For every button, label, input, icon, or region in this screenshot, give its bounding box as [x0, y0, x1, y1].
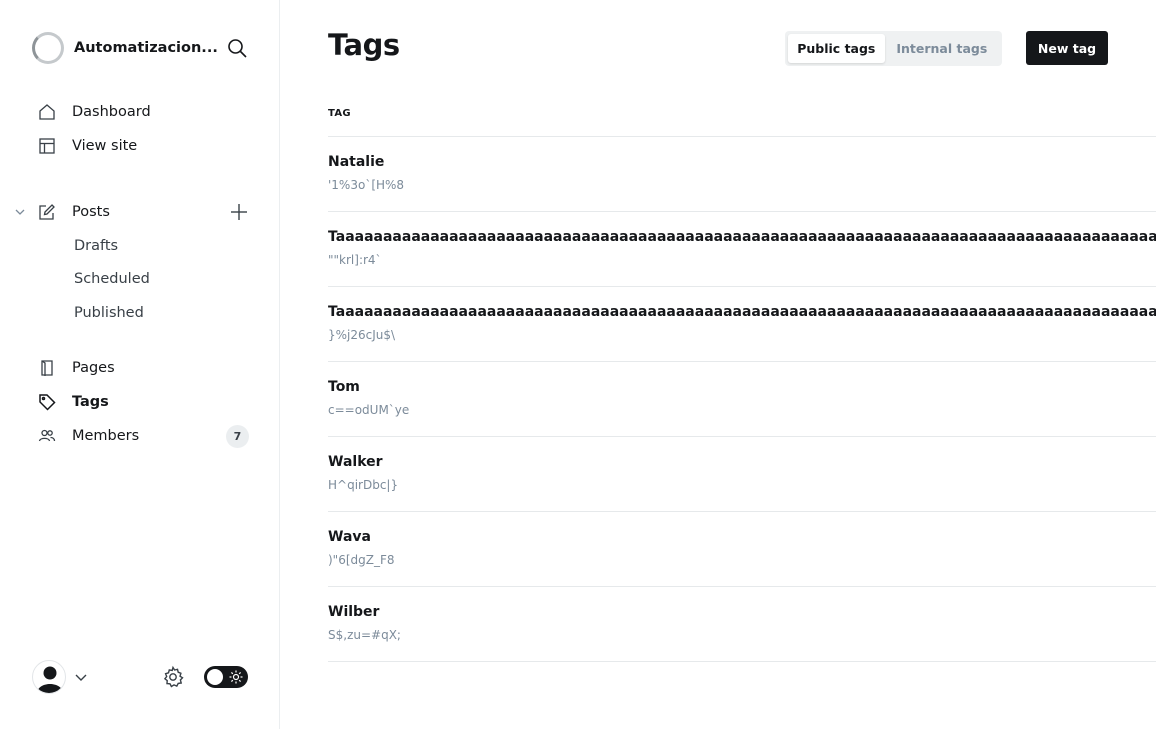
primary-nav: Dashboard View site: [0, 95, 280, 163]
table-row[interactable]: Natalie '1%3o`[H%8: [328, 137, 1156, 212]
tag-name: Walker: [328, 454, 383, 470]
secondary-nav: Pages Tags Members 7: [0, 351, 280, 453]
tag-icon: [39, 394, 56, 411]
nav-item-members[interactable]: Members 7: [0, 419, 280, 453]
page-title: Tags: [328, 28, 400, 62]
tag-name: Natalie: [328, 154, 385, 170]
tag-name: Wilber: [328, 604, 380, 620]
nav-label-dashboard: Dashboard: [72, 104, 151, 120]
pencil-square-icon: [39, 204, 55, 220]
tag-slug: c==odUM`ye: [328, 403, 410, 417]
tab-internal-tags[interactable]: Internal tags: [885, 34, 999, 63]
site-name: Automatizacion...: [74, 40, 218, 56]
nav-label-posts: Posts: [72, 204, 110, 220]
add-post-icon[interactable]: [229, 202, 249, 222]
gear-icon[interactable]: [161, 665, 185, 689]
tag-slug: ""krl]:r4`: [328, 253, 382, 267]
table-row[interactable]: Taaaaaaaaaaaaaaaaaaaaaaaaaaaaaaaaaaaaaaa…: [328, 287, 1156, 362]
nav-item-tags[interactable]: Tags: [0, 385, 280, 419]
tag-slug: )"6[dgZ_F8: [328, 553, 395, 567]
tag-slug: H^qirDbc|}: [328, 478, 399, 492]
nav-label-pages: Pages: [72, 360, 115, 376]
table-row[interactable]: Taaaaaaaaaaaaaaaaaaaaaaaaaaaaaaaaaaaaaaa…: [328, 212, 1156, 287]
tag-name: Taaaaaaaaaaaaaaaaaaaaaaaaaaaaaaaaaaaaaaa…: [328, 304, 1156, 320]
user-menu[interactable]: [32, 660, 88, 694]
nav-label-members: Members: [72, 428, 140, 444]
theme-toggle[interactable]: [204, 666, 248, 688]
user-avatar-icon: [37, 666, 63, 693]
toggle-knob: [207, 669, 223, 685]
tag-name: Tom: [328, 379, 360, 395]
new-tag-button[interactable]: New tag: [1026, 31, 1108, 65]
content-nav: Posts Drafts Scheduled Published: [0, 195, 280, 330]
table-row[interactable]: Wava )"6[dgZ_F8: [328, 512, 1156, 587]
chevron-down-icon[interactable]: [14, 206, 26, 218]
nav-item-published[interactable]: Published: [0, 296, 280, 330]
avatar: [32, 660, 66, 694]
chevron-down-icon: [75, 674, 87, 681]
tag-slug: '1%3o`[H%8: [328, 178, 405, 192]
nav-item-dashboard[interactable]: Dashboard: [0, 95, 280, 129]
tab-public-tags[interactable]: Public tags: [788, 34, 885, 63]
nav-label-view-site: View site: [72, 138, 138, 154]
nav-item-posts[interactable]: Posts: [0, 195, 280, 229]
search-icon[interactable]: [226, 37, 248, 59]
tag-slug: S$,zu=#qX;: [328, 628, 401, 642]
nav-item-pages[interactable]: Pages: [0, 351, 280, 385]
layout-icon: [39, 138, 55, 154]
sun-icon: [229, 670, 243, 684]
tag-name: Wava: [328, 529, 371, 545]
column-header-tag: TAG: [328, 108, 351, 119]
members-count-badge: 7: [226, 425, 249, 448]
sidebar: Automatizacion... Dashboard View site Po: [0, 0, 280, 729]
tag-name: Taaaaaaaaaaaaaaaaaaaaaaaaaaaaaaaaaaaaaaa…: [328, 229, 1156, 245]
site-brand[interactable]: Automatizacion...: [32, 32, 218, 64]
nav-item-view-site[interactable]: View site: [0, 129, 280, 163]
table-row[interactable]: Tom c==odUM`ye: [328, 362, 1156, 437]
site-logo: [32, 32, 64, 64]
table-row[interactable]: Wilber S$,zu=#qX;: [328, 587, 1156, 662]
nav-item-scheduled[interactable]: Scheduled: [0, 263, 280, 297]
page-icon: [41, 360, 53, 376]
tag-slug: }%j26cJu$\: [328, 328, 396, 342]
nav-label-tags: Tags: [72, 394, 109, 410]
home-icon: [39, 104, 55, 120]
tags-list: Natalie '1%3o`[H%8 Taaaaaaaaaaaaaaaaaaaa…: [328, 137, 1156, 662]
main-content: Tags Public tags Internal tags New tag T…: [280, 0, 1156, 729]
nav-item-drafts[interactable]: Drafts: [0, 229, 280, 263]
users-icon: [38, 429, 56, 442]
tag-type-switch: Public tags Internal tags: [785, 31, 1002, 66]
table-row[interactable]: Walker H^qirDbc|}: [328, 437, 1156, 512]
